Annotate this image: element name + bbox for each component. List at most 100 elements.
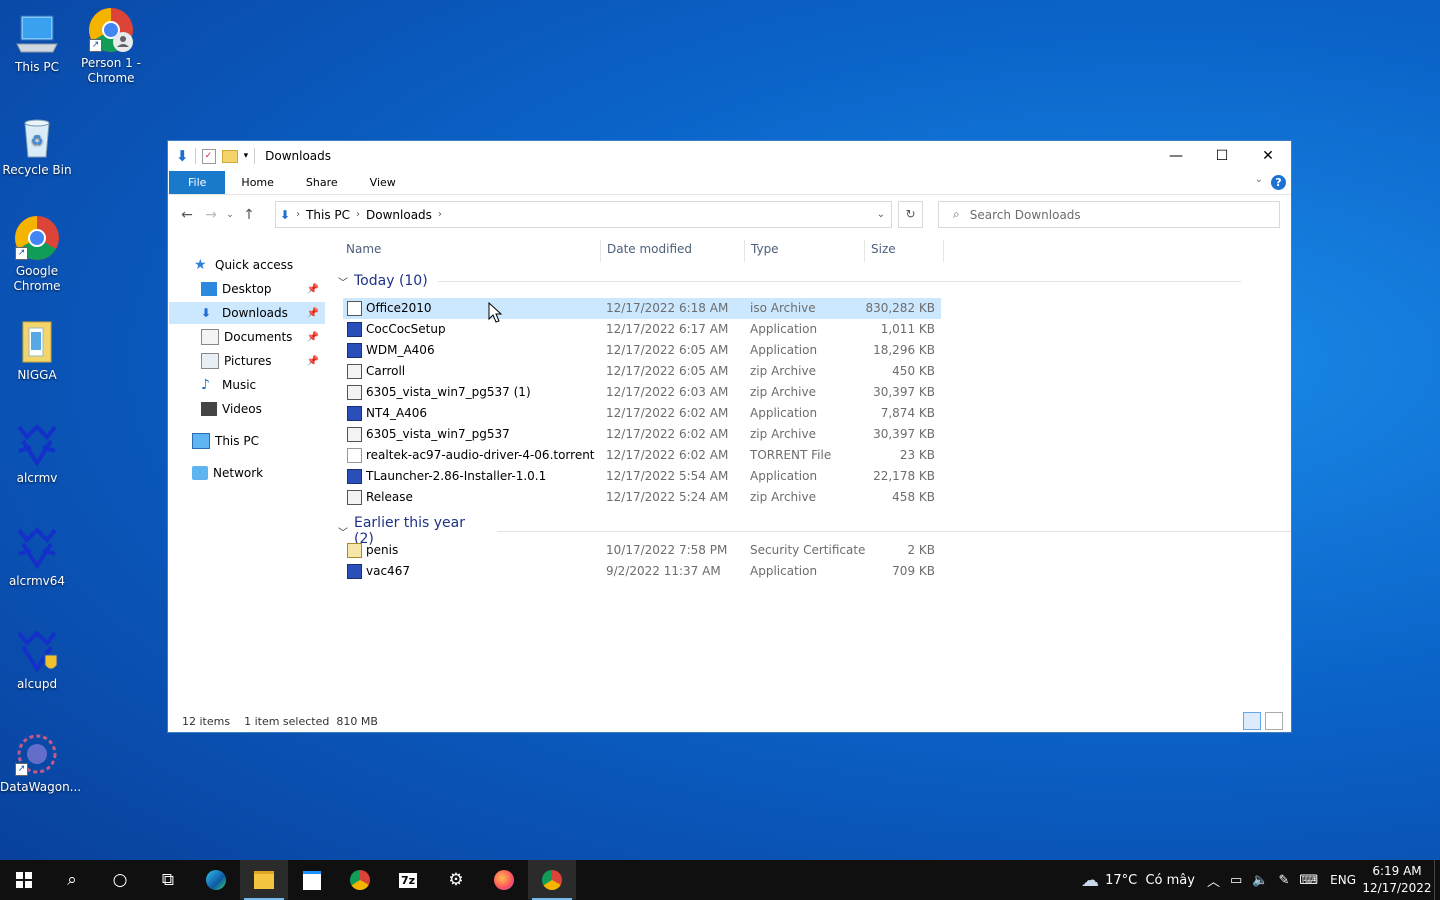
breadcrumb-downloads[interactable]: Downloads <box>366 208 432 222</box>
nav-quick-access[interactable]: ★ Quick access <box>194 254 293 276</box>
file-date-modified: 10/17/2022 7:58 PM <box>606 543 728 557</box>
file-row[interactable]: Release 12/17/2022 5:24 AM zip Archive 458 … <box>343 487 941 508</box>
edge-icon[interactable] <box>192 860 240 900</box>
settings-gear-icon[interactable]: ⚙ <box>432 860 480 900</box>
file-row[interactable]: Office2010 12/17/2022 6:18 AM iso Archive 8… <box>343 298 941 319</box>
nav-pictures[interactable]: Pictures 📌 <box>201 350 325 372</box>
desktop-icon-google-chrome[interactable]: ↗ Google Chrome <box>0 214 74 294</box>
collapse-chevron-icon[interactable]: ﹀ <box>338 274 348 289</box>
large-icons-view-button[interactable] <box>1265 712 1283 730</box>
refresh-button[interactable]: ↻ <box>898 201 923 228</box>
ribbon-tabs: File Home Share View ⌄ ? <box>168 171 1291 195</box>
file-row[interactable]: NT4_A406 12/17/2022 6:02 AM Application 7,8… <box>343 403 941 424</box>
nav-documents[interactable]: Documents 📌 <box>201 326 325 348</box>
file-row[interactable]: penis 10/17/2022 7:58 PM Security Certific… <box>343 540 941 561</box>
navigation-pane: ★ Quick access Desktop 📌 ⬇ Downloads 📌 D… <box>168 236 326 732</box>
touch-keyboard-icon[interactable]: ⌨ <box>1299 873 1318 888</box>
file-row[interactable]: CocCocSetup 12/17/2022 6:17 AM Application… <box>343 319 941 340</box>
file-row[interactable]: Carroll 12/17/2022 6:05 AM zip Archive 450 … <box>343 361 941 382</box>
desktop-icon-label: NIGGA <box>17 368 57 382</box>
desktop-icon-nigga-folder[interactable]: NIGGA <box>0 318 74 383</box>
breadcrumb-separator-icon[interactable]: › <box>438 209 442 220</box>
download-arrow-icon[interactable]: ⬇ <box>176 147 189 165</box>
desktop-icon-person1-chrome[interactable]: ↗ Person 1 - Chrome <box>74 6 148 86</box>
maximize-button[interactable]: ☐ <box>1199 141 1245 171</box>
desktop-icon-alcrmv[interactable]: alcrmv <box>0 421 74 486</box>
tab-view[interactable]: View <box>354 171 412 194</box>
file-explorer-icon[interactable] <box>240 860 288 900</box>
file-row[interactable]: WDM_A406 12/17/2022 6:05 AM Application 18,… <box>343 340 941 361</box>
desktop-icon-alcrmv64[interactable]: alcrmv64 <box>0 524 74 589</box>
microsoft-store-icon[interactable] <box>288 860 336 900</box>
desktop-icon-alcupd[interactable]: alcupd <box>0 627 74 692</box>
weather-cloud-icon[interactable]: ☁ <box>1081 870 1099 891</box>
cortana-icon[interactable]: ○ <box>96 860 144 900</box>
clock[interactable]: 6:19 AM 12/17/2022 <box>1362 863 1432 897</box>
nav-network[interactable]: Network <box>192 462 263 484</box>
column-header-type[interactable]: Type <box>751 242 779 262</box>
task-view-icon[interactable]: ⧉ <box>144 860 192 900</box>
nav-desktop[interactable]: Desktop 📌 <box>201 278 325 300</box>
desktop-icon-label: This PC <box>15 60 59 74</box>
column-header-name[interactable]: Name <box>346 242 381 262</box>
pen-icon[interactable]: ✎ <box>1278 873 1289 888</box>
file-row[interactable]: realtek-ac97-audio-driver-4-06.torrent 12… <box>343 445 941 466</box>
recent-locations-chevron-icon[interactable]: ⌄ <box>223 210 237 220</box>
new-folder-icon[interactable] <box>221 149 238 163</box>
nav-videos[interactable]: Videos <box>201 398 262 420</box>
up-arrow-icon[interactable]: ↑ <box>237 207 261 223</box>
help-icon[interactable]: ? <box>1271 175 1286 190</box>
file-row[interactable]: 6305_vista_win7_pg537 12/17/2022 6:02 AM z… <box>343 424 941 445</box>
minimize-button[interactable]: — <box>1153 141 1199 171</box>
search-icon[interactable]: ⌕ <box>48 860 96 900</box>
weather-text[interactable]: 17°C Có mây <box>1105 873 1195 888</box>
nav-this-pc[interactable]: This PC <box>192 430 259 452</box>
forward-arrow-icon[interactable]: → <box>199 207 223 223</box>
address-history-chevron-icon[interactable]: ⌄ <box>877 209 885 220</box>
breadcrumb-this-pc[interactable]: This PC <box>306 208 350 222</box>
file-date-modified: 12/17/2022 6:18 AM <box>606 301 729 315</box>
nav-music[interactable]: ♪ Music <box>201 374 256 396</box>
breadcrumb-separator-icon[interactable]: › <box>356 209 360 220</box>
start-button[interactable] <box>0 860 48 900</box>
file-row[interactable]: 6305_vista_win7_pg537 (1) 12/17/2022 6:03… <box>343 382 941 403</box>
pin-icon[interactable]: 📌 <box>307 356 319 367</box>
search-input[interactable]: ⌕ Search Downloads <box>938 201 1280 228</box>
tab-share[interactable]: Share <box>290 171 354 194</box>
desktop-icon-recycle-bin[interactable]: ♻ Recycle Bin <box>0 113 74 178</box>
pin-icon[interactable]: 📌 <box>307 284 319 295</box>
close-button[interactable]: ✕ <box>1245 141 1291 171</box>
pin-icon[interactable]: 📌 <box>307 332 319 343</box>
group-header-today[interactable]: ﹀ Today (10) <box>338 273 1241 289</box>
expand-ribbon-chevron-icon[interactable]: ⌄ <box>1255 174 1263 185</box>
tab-home[interactable]: Home <box>225 171 289 194</box>
volume-icon[interactable]: 🔈 <box>1252 873 1268 888</box>
properties-icon[interactable]: ✓ <box>201 148 216 164</box>
show-desktop-button[interactable] <box>1434 860 1440 900</box>
file-name: penis <box>366 543 399 557</box>
desktop-icon-this-pc[interactable]: This PC <box>0 10 74 75</box>
file-type: Application <box>750 343 818 357</box>
language-indicator[interactable]: ENG <box>1330 873 1356 887</box>
file-row[interactable]: vac467 9/2/2022 11:37 AM Application 709 KB <box>343 561 941 582</box>
column-header-size[interactable]: Size <box>871 242 896 262</box>
file-row[interactable]: TLauncher-2.86-Installer-1.0.1 12/17/2022… <box>343 466 941 487</box>
back-arrow-icon[interactable]: ← <box>175 207 199 223</box>
chrome-profile-icon[interactable] <box>528 860 576 900</box>
desktop-icon-datawagon[interactable]: ↗ DataWagon... <box>0 730 81 795</box>
column-header-date-modified[interactable]: Date modified <box>607 242 692 262</box>
breadcrumb-separator-icon[interactable]: › <box>296 209 300 220</box>
address-bar[interactable]: ⬇ › This PC › Downloads › ⌄ <box>275 201 892 228</box>
chrome-icon[interactable] <box>336 860 384 900</box>
pin-icon[interactable]: 📌 <box>307 308 319 319</box>
network-icon[interactable]: ▭ <box>1230 873 1242 888</box>
tab-file[interactable]: File <box>169 171 226 194</box>
show-hidden-icons-chevron-icon[interactable]: ︿ <box>1207 871 1220 890</box>
details-view-button[interactable] <box>1243 712 1261 730</box>
7zip-icon[interactable]: 7z <box>384 860 432 900</box>
firefox-icon[interactable] <box>480 860 528 900</box>
nav-downloads[interactable]: ⬇ Downloads 📌 <box>169 302 325 324</box>
customize-toolbar-chevron-icon[interactable]: ▾ <box>244 151 249 161</box>
file-size: 830,282 KB <box>865 301 935 315</box>
collapse-chevron-icon[interactable]: ﹀ <box>338 524 348 539</box>
